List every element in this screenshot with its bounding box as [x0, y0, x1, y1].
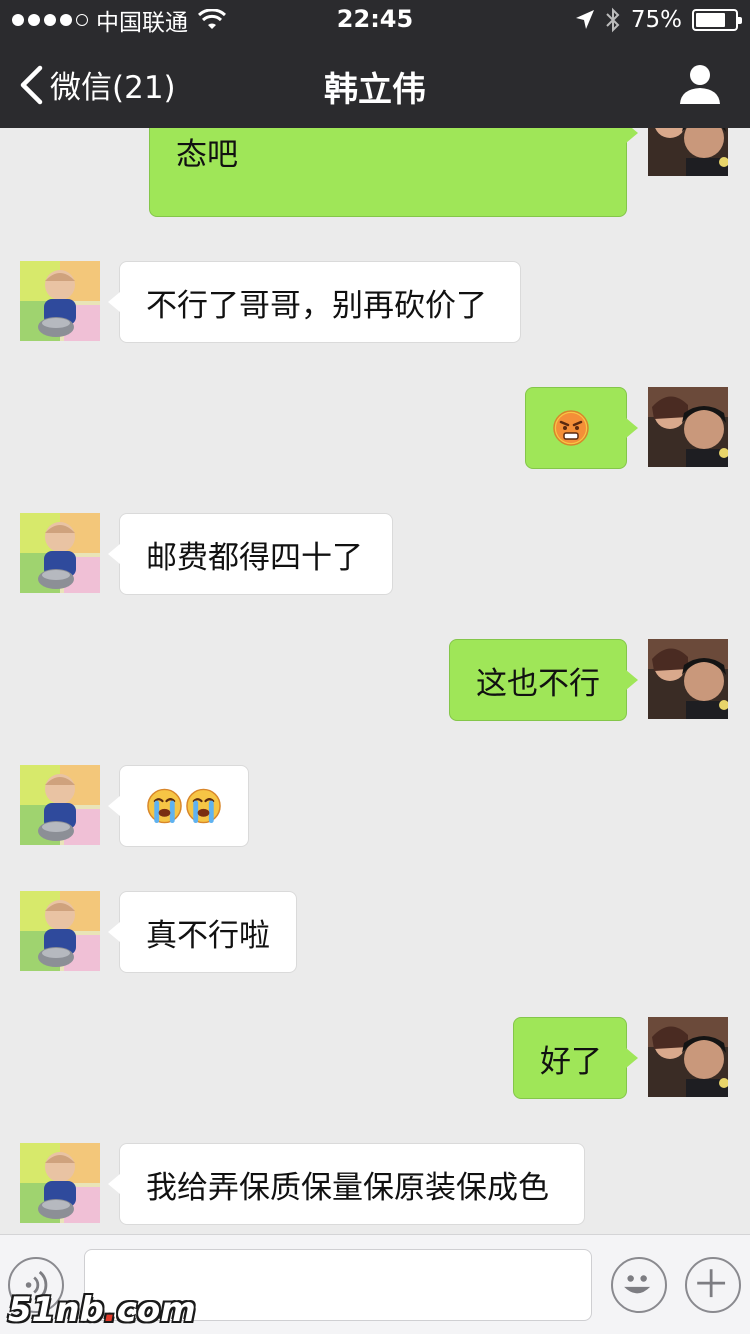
chat-title: 韩立伟 [324, 70, 426, 110]
smiley-icon [624, 1275, 651, 1294]
message-text: 好了 [540, 1043, 602, 1080]
nav-bar: 微信(21) 韩立伟 [0, 40, 750, 128]
message-bubble[interactable]: 好了 [513, 1017, 638, 1099]
watermark-logo: 51nb.com [8, 1290, 196, 1330]
message-list[interactable]: 3200你还是给我128的mini固态吧 不行了哥哥，别再砍价了 邮费都得四十了… [0, 128, 750, 1234]
message-text: 不行了哥哥，别再砍价了 [146, 287, 487, 324]
crying-face-emoji [146, 787, 183, 825]
message-text: 这也不行 [476, 665, 600, 702]
contact-avatar[interactable] [20, 1143, 100, 1223]
message-bubble[interactable] [525, 387, 638, 469]
my-avatar[interactable] [648, 387, 728, 467]
crying-face-emoji [185, 787, 222, 825]
contact-avatar[interactable] [20, 513, 100, 593]
battery-icon [692, 9, 742, 31]
battery-level [696, 13, 725, 27]
angry-face-emoji [552, 409, 590, 447]
bluetooth-icon [606, 7, 620, 33]
message-text: 我给弄保质保量保原装保成色 [146, 1169, 549, 1206]
contact-avatar[interactable] [20, 891, 100, 971]
message-bubble[interactable]: 邮费都得四十了 [108, 513, 393, 595]
my-avatar[interactable] [648, 128, 728, 176]
message-bubble[interactable]: 不行了哥哥，别再砍价了 [108, 261, 521, 343]
message-text: 真不行啦 [146, 917, 270, 954]
location-arrow-icon [575, 10, 594, 29]
my-avatar[interactable] [648, 1017, 728, 1097]
message-text: 3200你还是给我128的mini固态吧 [176, 128, 598, 173]
plus-icon [697, 1269, 726, 1298]
message-bubble[interactable]: 真不行啦 [108, 891, 297, 973]
message-bubble[interactable]: 这也不行 [449, 639, 638, 721]
emoji-button[interactable] [611, 1257, 667, 1313]
person-icon[interactable] [678, 62, 722, 106]
message-bubble[interactable]: 我给弄保质保量保原装保成色 [108, 1143, 585, 1225]
add-button[interactable] [685, 1257, 741, 1313]
my-avatar[interactable] [648, 639, 728, 719]
message-text: 邮费都得四十了 [146, 539, 363, 576]
battery-percent: 75% [630, 7, 682, 33]
message-bubble[interactable]: 3200你还是给我128的mini固态吧 [149, 128, 638, 217]
status-bar: 中国联通 22:45 75% [0, 0, 750, 40]
message-bubble[interactable] [108, 765, 249, 847]
contact-avatar[interactable] [20, 765, 100, 845]
contact-avatar[interactable] [20, 261, 100, 341]
top-bar: 中国联通 22:45 75% 微信(21) 韩立伟 [0, 0, 750, 128]
